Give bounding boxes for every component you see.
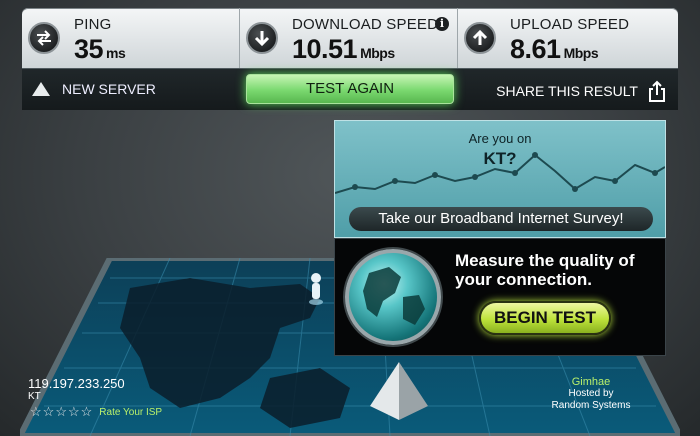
ping-value: 35 ms [74,34,126,64]
download-stat: DOWNLOAD SPEED i 10.51 Mbps [240,8,458,68]
ping-unit: ms [106,45,126,61]
triangle-icon [32,82,50,96]
survey-question: Are you on [468,131,532,146]
control-bar: NEW SERVER TEST AGAIN SHARE THIS RESULT [22,68,678,110]
upload-stat: UPLOAD SPEED 8.61 Mbps [458,8,678,68]
download-unit: Mbps [360,45,395,61]
star-icon[interactable]: ☆ [81,404,93,420]
speedtest-window: PING 35 ms DOWNLOAD SPEED i 10.51 Mbps UPL… [0,0,700,436]
download-value: 10.51 Mbps [292,34,395,64]
download-label: DOWNLOAD SPEED [292,16,439,33]
upload-arrow-icon [464,22,496,54]
server-city: Gimhae [571,376,611,388]
location-pin-icon [309,273,323,305]
star-icon[interactable]: ☆ [68,404,80,420]
trend-line-graphic [335,152,665,194]
star-icon[interactable]: ☆ [43,404,55,420]
survey-button[interactable]: Take our Broadband Internet Survey! [349,207,653,231]
download-arrow-icon [246,22,278,54]
test-again-button[interactable]: TEST AGAIN [246,74,454,104]
host-name: Random Systems [551,400,631,411]
ip-address: 119.197.233.250 [28,376,125,391]
info-icon[interactable]: i [435,17,449,31]
isp-rating[interactable]: ☆ ☆ ☆ ☆ ☆ Rate Your ISP [30,404,162,420]
begin-test-button[interactable]: BEGIN TEST [479,301,611,335]
new-server-label: NEW SERVER [62,81,156,97]
globe-icon [345,249,441,345]
ping-stat: PING 35 ms [22,8,240,68]
isp-survey-panel: Are you on KT? Take our Broadband Intern… [334,120,666,238]
star-icon[interactable]: ☆ [55,404,67,420]
share-icon [649,80,665,102]
server-info: Gimhae Hosted by Random Systems [518,376,664,422]
ping-label: PING [74,16,112,33]
share-result-button[interactable]: SHARE THIS RESULT [496,80,666,102]
rate-isp-link[interactable]: Rate Your ISP [99,407,162,418]
ping-icon [28,22,60,54]
stats-bar: PING 35 ms DOWNLOAD SPEED i 10.51 Mbps UPL… [22,8,678,68]
measure-quality-ad: Measure the quality of your connection. … [334,238,666,356]
ad-headline: Measure the quality of your connection. [455,251,635,289]
pyramid-icon [370,362,428,420]
hosted-by-label: Hosted by [568,388,614,399]
upload-unit: Mbps [563,45,599,61]
upload-label: UPLOAD SPEED [510,16,630,33]
share-label: SHARE THIS RESULT [496,83,638,99]
upload-value: 8.61 Mbps [510,34,599,64]
client-info: 119.197.233.250 KT ☆ ☆ ☆ ☆ ☆ Rate Your I… [28,376,182,422]
isp-name: KT [28,391,41,402]
star-icon[interactable]: ☆ [30,404,42,420]
new-server-button[interactable]: NEW SERVER [32,81,156,97]
